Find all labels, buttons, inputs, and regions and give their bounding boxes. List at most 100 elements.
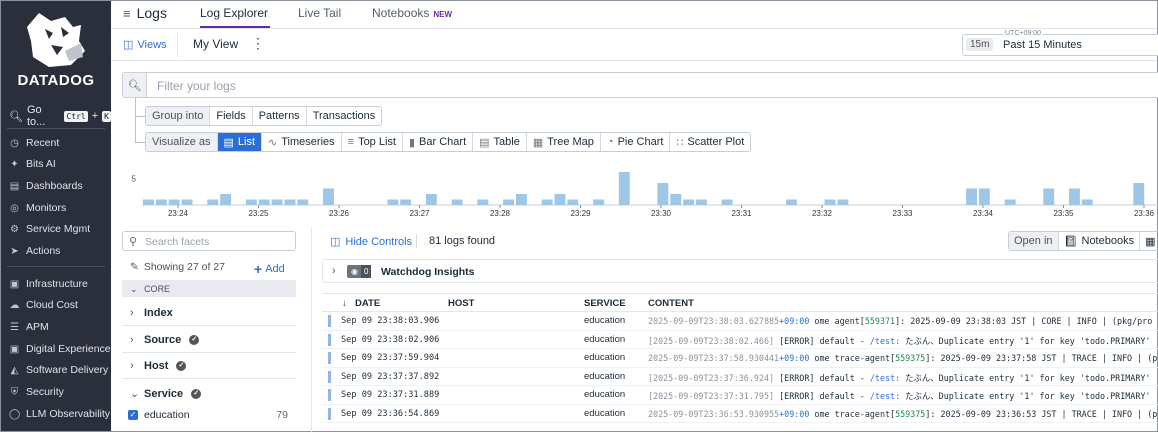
histogram-bar[interactable] (297, 199, 309, 206)
views-button[interactable]: ◫ Views (123, 38, 167, 52)
histogram-bar[interactable] (966, 188, 977, 206)
facet-source[interactable]: › Source ✓ (130, 334, 200, 346)
sidebar-item-dashboards[interactable]: ▤ Dashboards (9, 180, 83, 192)
sidebar-item-digital-experience[interactable]: ▣ Digital Experience (9, 343, 111, 355)
histogram-bar[interactable] (1043, 188, 1055, 206)
histogram-bar[interactable] (593, 199, 604, 206)
histogram-bar[interactable] (567, 199, 579, 206)
column-content[interactable]: CONTENT (648, 298, 694, 309)
table-row[interactable]: Sep 09 23:37:31.889 education [2025-09-09T… (322, 386, 1158, 405)
histogram-bar[interactable] (1004, 199, 1016, 206)
group-patterns-button[interactable]: Patterns (253, 107, 307, 125)
sidebar-item-infrastructure[interactable]: ▣ Infrastructure (9, 278, 88, 290)
histogram-bar[interactable] (220, 194, 232, 205)
histogram-bar[interactable] (1133, 183, 1145, 205)
viz-table-button[interactable]: ▤ Table (473, 133, 527, 151)
column-service[interactable]: SERVICE (584, 298, 626, 309)
panel-divider[interactable] (311, 228, 312, 432)
more-options-icon[interactable]: ⋮ (251, 35, 265, 52)
histogram-bar[interactable] (181, 199, 193, 206)
histogram-bar[interactable] (477, 199, 489, 206)
table-row[interactable]: Sep 09 23:37:37.892 education [2025-09-09T… (322, 368, 1158, 386)
facet-host[interactable]: › Host ✓ (130, 360, 187, 372)
group-transactions-button[interactable]: Transactions (307, 107, 382, 125)
histogram-bar[interactable] (1081, 199, 1093, 206)
histogram-bar[interactable] (683, 199, 695, 206)
tab-notebooks[interactable]: Notebooks NEW (372, 6, 452, 20)
time-picker[interactable]: UTC+09:00 15m Past 15 Minutes (962, 30, 1158, 56)
histogram-bar[interactable] (143, 199, 154, 206)
histogram-bar[interactable] (978, 188, 990, 206)
group-fields-button[interactable]: Fields (210, 107, 253, 125)
histogram-bar[interactable] (837, 199, 849, 206)
table-row[interactable]: Sep 09 23:38:03.906 education 2025-09-09T2… (322, 312, 1158, 331)
view-name[interactable]: My View (193, 37, 238, 51)
histogram-bar[interactable] (387, 199, 399, 206)
viz-scatter-plot-button[interactable]: ∷ Scatter Plot (670, 133, 750, 151)
sidebar-item-actions[interactable]: ➤ Actions (9, 245, 60, 257)
facet-value-education[interactable]: ✓ education 79 (128, 409, 288, 421)
histogram-bar[interactable] (670, 194, 682, 205)
histogram-bar[interactable] (207, 199, 219, 206)
viz-top-list-button[interactable]: ≡ Top List (342, 133, 403, 151)
viz-pie-chart-button[interactable]: ◔ Pie Chart (601, 133, 671, 151)
log-search-input[interactable]: 🔍︎ Filter your logs (122, 72, 1158, 98)
histogram-bar[interactable] (271, 199, 283, 206)
histogram-bar[interactable] (245, 199, 257, 206)
viz-tree-map-button[interactable]: ▦ Tree Map (527, 133, 601, 151)
histogram-bar[interactable] (451, 199, 463, 206)
histogram-bar[interactable] (323, 188, 334, 206)
histogram-bar[interactable] (721, 199, 733, 206)
histogram-bar[interactable] (258, 199, 270, 206)
sidebar-item-security[interactable]: ⛨ Security (9, 386, 64, 398)
histogram-bar[interactable] (155, 199, 167, 206)
histogram-bar[interactable] (1069, 188, 1080, 206)
histogram-bar[interactable] (824, 199, 836, 206)
viz-list-button[interactable]: ▤ List (217, 133, 263, 151)
histogram-bar[interactable] (400, 199, 412, 206)
facet-section-core[interactable]: ⌄ CORE (122, 280, 296, 297)
tab-log-explorer[interactable]: Log Explorer (200, 6, 268, 20)
sidebar-item-llm-observability[interactable]: ◯ LLM Observability (9, 408, 110, 420)
sidebar-item-recent[interactable]: ◷ Recent (9, 137, 59, 149)
datadog-logo-icon[interactable] (21, 7, 91, 69)
sort-arrow-icon[interactable]: ↓ (342, 298, 347, 309)
facet-service[interactable]: ⌄ Service ✓ (130, 387, 202, 400)
histogram-bar[interactable] (541, 199, 553, 206)
add-facet-button[interactable]: + Add (254, 261, 285, 277)
sidebar-item-cloud-cost[interactable]: ☁ Cloud Cost (9, 299, 78, 311)
goto-button[interactable]: 🔍︎ Go to... Ctrl + K (9, 104, 111, 128)
facet-index[interactable]: › Index (130, 307, 173, 319)
pencil-icon[interactable]: ✎ (130, 261, 139, 273)
hide-controls-button[interactable]: ◫ Hide Controls (330, 235, 412, 249)
open-in-sheets-button[interactable]: ▦S (1140, 232, 1158, 250)
facet-search-input[interactable]: ⚲ Search facets (122, 231, 296, 251)
sidebar-item-bits-ai[interactable]: ✦ Bits AI (9, 158, 55, 170)
table-row[interactable]: Sep 09 23:38:02.906 education [2025-09-09T… (322, 331, 1158, 349)
histogram-bar[interactable] (696, 199, 707, 206)
table-row[interactable]: Sep 09 23:36:54.869 education 2025-09-09T2… (322, 405, 1158, 423)
histogram-bar[interactable] (425, 194, 437, 205)
histogram-bar[interactable] (554, 194, 566, 205)
histogram-bar[interactable] (786, 199, 797, 206)
sidebar-item-software-delivery[interactable]: ◭ Software Delivery (9, 364, 109, 376)
watchdog-insights-panel[interactable]: › ◉ 0 Watchdog Insights (322, 259, 1158, 283)
histogram-bar[interactable] (657, 183, 669, 205)
viz-bar-chart-button[interactable]: ▮ Bar Chart (403, 133, 474, 151)
table-row[interactable]: Sep 09 23:37:59.904 education 2025-09-09T2… (322, 349, 1158, 368)
log-volume-histogram[interactable]: 5 23:24 23:25 23:26 23:27 23:28 23:29 23:30 23:3… (122, 165, 1158, 225)
histogram-bar[interactable] (284, 199, 296, 206)
column-date[interactable]: DATE (355, 298, 380, 309)
sidebar-item-monitors[interactable]: ◎ Monitors (9, 202, 66, 214)
histogram-bar[interactable] (516, 194, 527, 205)
column-host[interactable]: HOST (448, 298, 474, 309)
viz-timeseries-button[interactable]: ∿ Timeseries (262, 133, 342, 151)
histogram-bar[interactable] (618, 172, 630, 205)
tab-live-tail[interactable]: Live Tail (298, 6, 341, 20)
sidebar-item-service-mgmt[interactable]: ⚙ Service Mgmt (9, 223, 90, 235)
sidebar-item-apm[interactable]: ☰ APM (9, 321, 49, 333)
histogram-bar[interactable] (503, 199, 514, 206)
checkbox-checked-icon[interactable]: ✓ (128, 410, 138, 420)
open-in-notebooks-button[interactable]: 📓︎ Notebooks (1059, 232, 1141, 250)
histogram-bar[interactable] (168, 199, 180, 206)
